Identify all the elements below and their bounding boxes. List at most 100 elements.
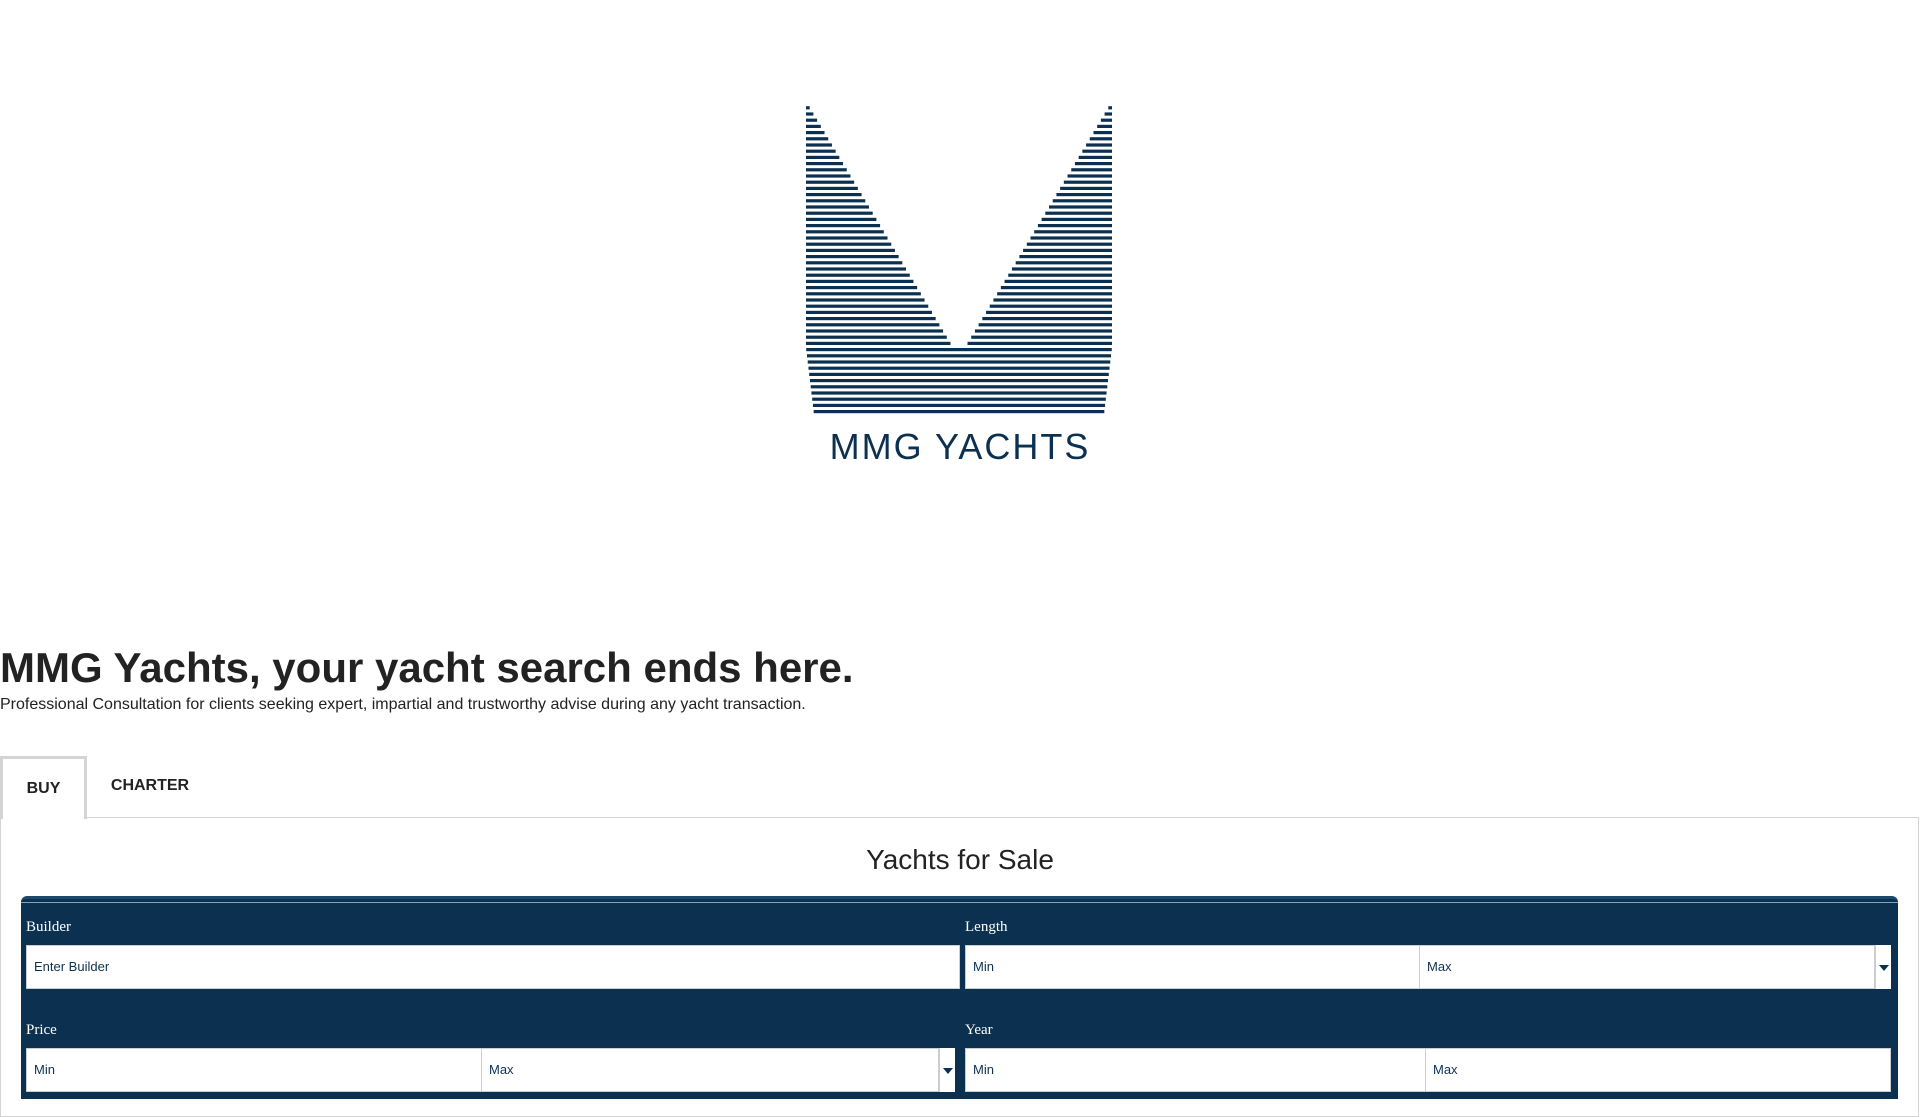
logo-stripe xyxy=(806,124,821,128)
logo-stripe xyxy=(806,186,858,190)
logo-stripe xyxy=(806,261,903,265)
logo-stripe xyxy=(806,255,899,259)
logo-stripe xyxy=(806,279,914,283)
logo-stripe xyxy=(806,304,929,308)
logo-stripe xyxy=(806,155,840,159)
tab-buy[interactable]: BUY xyxy=(0,756,87,819)
logo-stripe xyxy=(806,242,892,246)
logo-stripe xyxy=(1052,199,1112,203)
logo-stripe xyxy=(806,106,810,110)
logo-stripe xyxy=(806,143,832,147)
tab-charter[interactable]: CHARTER xyxy=(95,756,205,818)
logo-stripe xyxy=(806,310,932,314)
logo-stripe xyxy=(978,323,1112,327)
logo-stripe xyxy=(1060,186,1112,190)
logo-stripe xyxy=(808,366,1110,370)
logo-stripe xyxy=(806,298,925,302)
logo-stripe xyxy=(1067,174,1112,178)
logo-stripe xyxy=(809,379,1109,383)
logo-stripe xyxy=(1004,279,1112,283)
logo-stripe xyxy=(974,329,1112,333)
logo-stripe xyxy=(989,304,1112,308)
logo-stripe xyxy=(1023,248,1112,252)
logo-stripe xyxy=(1097,124,1112,128)
logo-stripe xyxy=(806,112,814,116)
length-min-input[interactable]: Min xyxy=(965,945,1420,989)
logo-stripe xyxy=(1086,143,1112,147)
logo-stripe xyxy=(807,360,1111,364)
logo-stripe xyxy=(1082,149,1112,153)
logo-stripe xyxy=(806,199,866,203)
logo-stripe xyxy=(806,230,884,234)
site-header: MMG YACHTS xyxy=(0,0,1920,480)
yacht-search-form: Builder Enter Builder Length Min Max Pri… xyxy=(21,896,1898,1099)
logo-stripe xyxy=(806,248,895,252)
logo-stripe xyxy=(806,341,951,345)
logo-stripe xyxy=(1037,224,1112,228)
logo-stripe xyxy=(806,335,947,339)
logo-stripe xyxy=(1008,273,1112,277)
logo-stripe xyxy=(993,298,1112,302)
length-max-select[interactable]: Max xyxy=(1419,945,1875,989)
logo-stripe xyxy=(806,168,847,172)
logo-stripe xyxy=(1074,162,1112,166)
logo-stripe xyxy=(1034,230,1112,234)
logo-stripe xyxy=(806,162,844,166)
logo-stripe xyxy=(1100,118,1112,122)
price-max-select[interactable]: Max xyxy=(481,1048,939,1092)
logo-stripe xyxy=(806,118,818,122)
logo-stripe xyxy=(971,335,1112,339)
year-label: Year xyxy=(965,1022,993,1038)
logo-stripe xyxy=(1019,255,1112,259)
logo-stripe xyxy=(1056,193,1112,197)
logo-stripe xyxy=(806,354,1112,358)
logo-stripe xyxy=(806,292,921,296)
logo-stripe xyxy=(806,193,862,197)
logo-stripe xyxy=(1045,211,1112,215)
logo-stripe xyxy=(806,323,940,327)
length-dropdown-toggle[interactable] xyxy=(1875,945,1891,989)
logo-stripe xyxy=(1030,236,1112,240)
logo-stripe xyxy=(1011,267,1112,271)
logo-stripe xyxy=(812,403,1106,407)
logo-stripe xyxy=(806,217,877,221)
logo-stripe xyxy=(806,205,869,209)
logo-stripe xyxy=(1078,155,1112,159)
logo-stripe xyxy=(806,174,851,178)
section-title: Yachts for Sale xyxy=(866,844,1054,875)
page-subtitle: Professional Consultation for clients se… xyxy=(0,696,806,713)
logo-stripe xyxy=(806,317,936,321)
logo-stripe xyxy=(806,286,918,290)
logo-stripe xyxy=(806,131,825,135)
search-tabs: BUY CHARTER xyxy=(0,756,1920,819)
logo-stripe xyxy=(806,267,907,271)
logo-stripe xyxy=(806,224,881,228)
logo-stripe xyxy=(1093,131,1112,135)
logo-stripe xyxy=(809,372,1109,376)
length-label: Length xyxy=(965,919,1008,935)
year-max-input[interactable]: Max xyxy=(1425,1048,1891,1092)
logo-stripe xyxy=(982,317,1112,321)
logo-stripe xyxy=(811,391,1107,395)
logo-stripe xyxy=(1063,180,1112,184)
logo-stripe xyxy=(813,410,1105,414)
year-min-input[interactable]: Min xyxy=(965,1048,1426,1092)
logo-stripe xyxy=(1104,112,1112,116)
price-min-input[interactable]: Min xyxy=(26,1048,482,1092)
price-dropdown-toggle[interactable] xyxy=(939,1048,955,1092)
mmg-yachts-logo-icon[interactable] xyxy=(806,96,1112,418)
price-label: Price xyxy=(26,1022,57,1038)
logo-stripe xyxy=(806,236,888,240)
logo-stripe xyxy=(1089,137,1112,141)
logo-wordmark: MMG YACHTS xyxy=(829,426,1091,467)
logo-stripe xyxy=(1026,242,1112,246)
logo-stripe xyxy=(812,397,1106,401)
logo-stripe xyxy=(806,211,873,215)
logo-stripe xyxy=(967,341,1112,345)
builder-label: Builder xyxy=(26,919,71,935)
builder-input[interactable]: Enter Builder xyxy=(26,945,960,989)
logo-stripe xyxy=(1108,106,1112,110)
logo-stripe xyxy=(1041,217,1112,221)
logo-stripe xyxy=(997,292,1112,296)
logo-stripe xyxy=(810,385,1108,389)
